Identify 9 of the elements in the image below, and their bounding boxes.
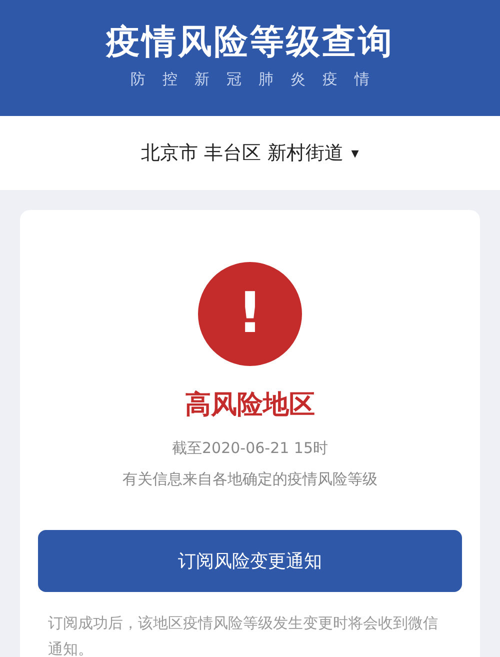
location-selector[interactable]: 北京市 丰台区 新村街道 ▾: [141, 138, 359, 168]
alert-icon: !: [198, 262, 302, 366]
page-title: 疫情风险等级查询: [106, 21, 394, 64]
source-note: 有关信息来自各地确定的疫情风险等级: [122, 468, 378, 490]
subscribe-note: 订阅成功后，该地区疫情风险等级发生变更时将会收到微信通知。: [48, 613, 439, 657]
subscribe-button[interactable]: 订阅风险变更通知: [38, 530, 462, 592]
update-time: 截至2020-06-21 15时: [172, 438, 328, 459]
page-subtitle: 防控新冠肺炎疫情: [130, 69, 386, 90]
risk-level: 高风险地区: [185, 389, 315, 422]
